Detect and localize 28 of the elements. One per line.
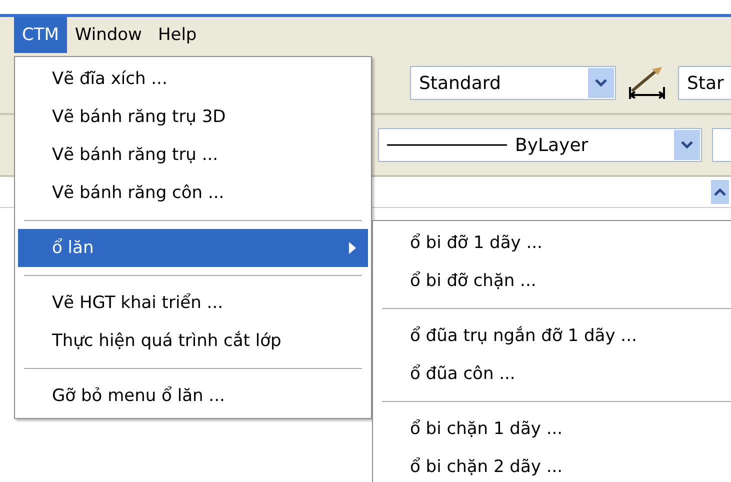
menubar-item[interactable]: Window — [66, 17, 150, 53]
menu-item[interactable]: Vẽ bánh răng trụ 3D — [18, 98, 368, 136]
menu-item[interactable]: ổ bi đỡ chặn ... — [376, 262, 731, 300]
chevron-down-icon — [595, 79, 607, 87]
menu-item[interactable]: ổ bi chặn 2 dãy ... — [376, 448, 731, 482]
submenu-arrow-icon — [349, 242, 356, 254]
linetype-combo[interactable]: ByLayer — [378, 128, 702, 162]
menu-item[interactable]: ổ bi chặn 1 dãy ... — [376, 410, 731, 448]
menu-item[interactable]: Gỡ bỏ menu ổ lăn ... — [18, 377, 368, 415]
combo-value: ByLayer — [515, 134, 588, 156]
menubar-item[interactable]: Help — [150, 17, 205, 53]
text-style-combo[interactable]: Standard — [410, 66, 616, 100]
chevron-down-icon — [681, 141, 693, 149]
menu-item[interactable]: Thực hiện quá trình cắt lớp — [18, 322, 368, 360]
scroll-up-button[interactable] — [711, 180, 729, 204]
menubar-item[interactable]: CTM — [14, 17, 67, 53]
menu-item[interactable]: ổ đũa trụ ngắn đỡ 1 dãy ... — [376, 317, 731, 355]
menu-item[interactable]: Vẽ bánh răng côn ... — [18, 174, 368, 212]
dimension-style-icon — [626, 65, 668, 101]
menu-item[interactable]: ổ đũa côn ... — [376, 355, 731, 393]
menu-item[interactable]: Vẽ bánh răng trụ ... — [18, 136, 368, 174]
menu-item[interactable]: Vẽ HGT khai triển ... — [18, 284, 368, 322]
dimension-style-combo[interactable]: Star — [678, 66, 731, 100]
menu-item[interactable]: ổ lăn — [18, 229, 368, 267]
menu-item[interactable]: ổ bi đỡ 1 dãy ... — [376, 224, 731, 262]
menu-item[interactable]: Vẽ đĩa xích ... — [18, 60, 368, 98]
line-sample-icon — [387, 143, 507, 147]
chevron-up-icon — [714, 188, 726, 196]
